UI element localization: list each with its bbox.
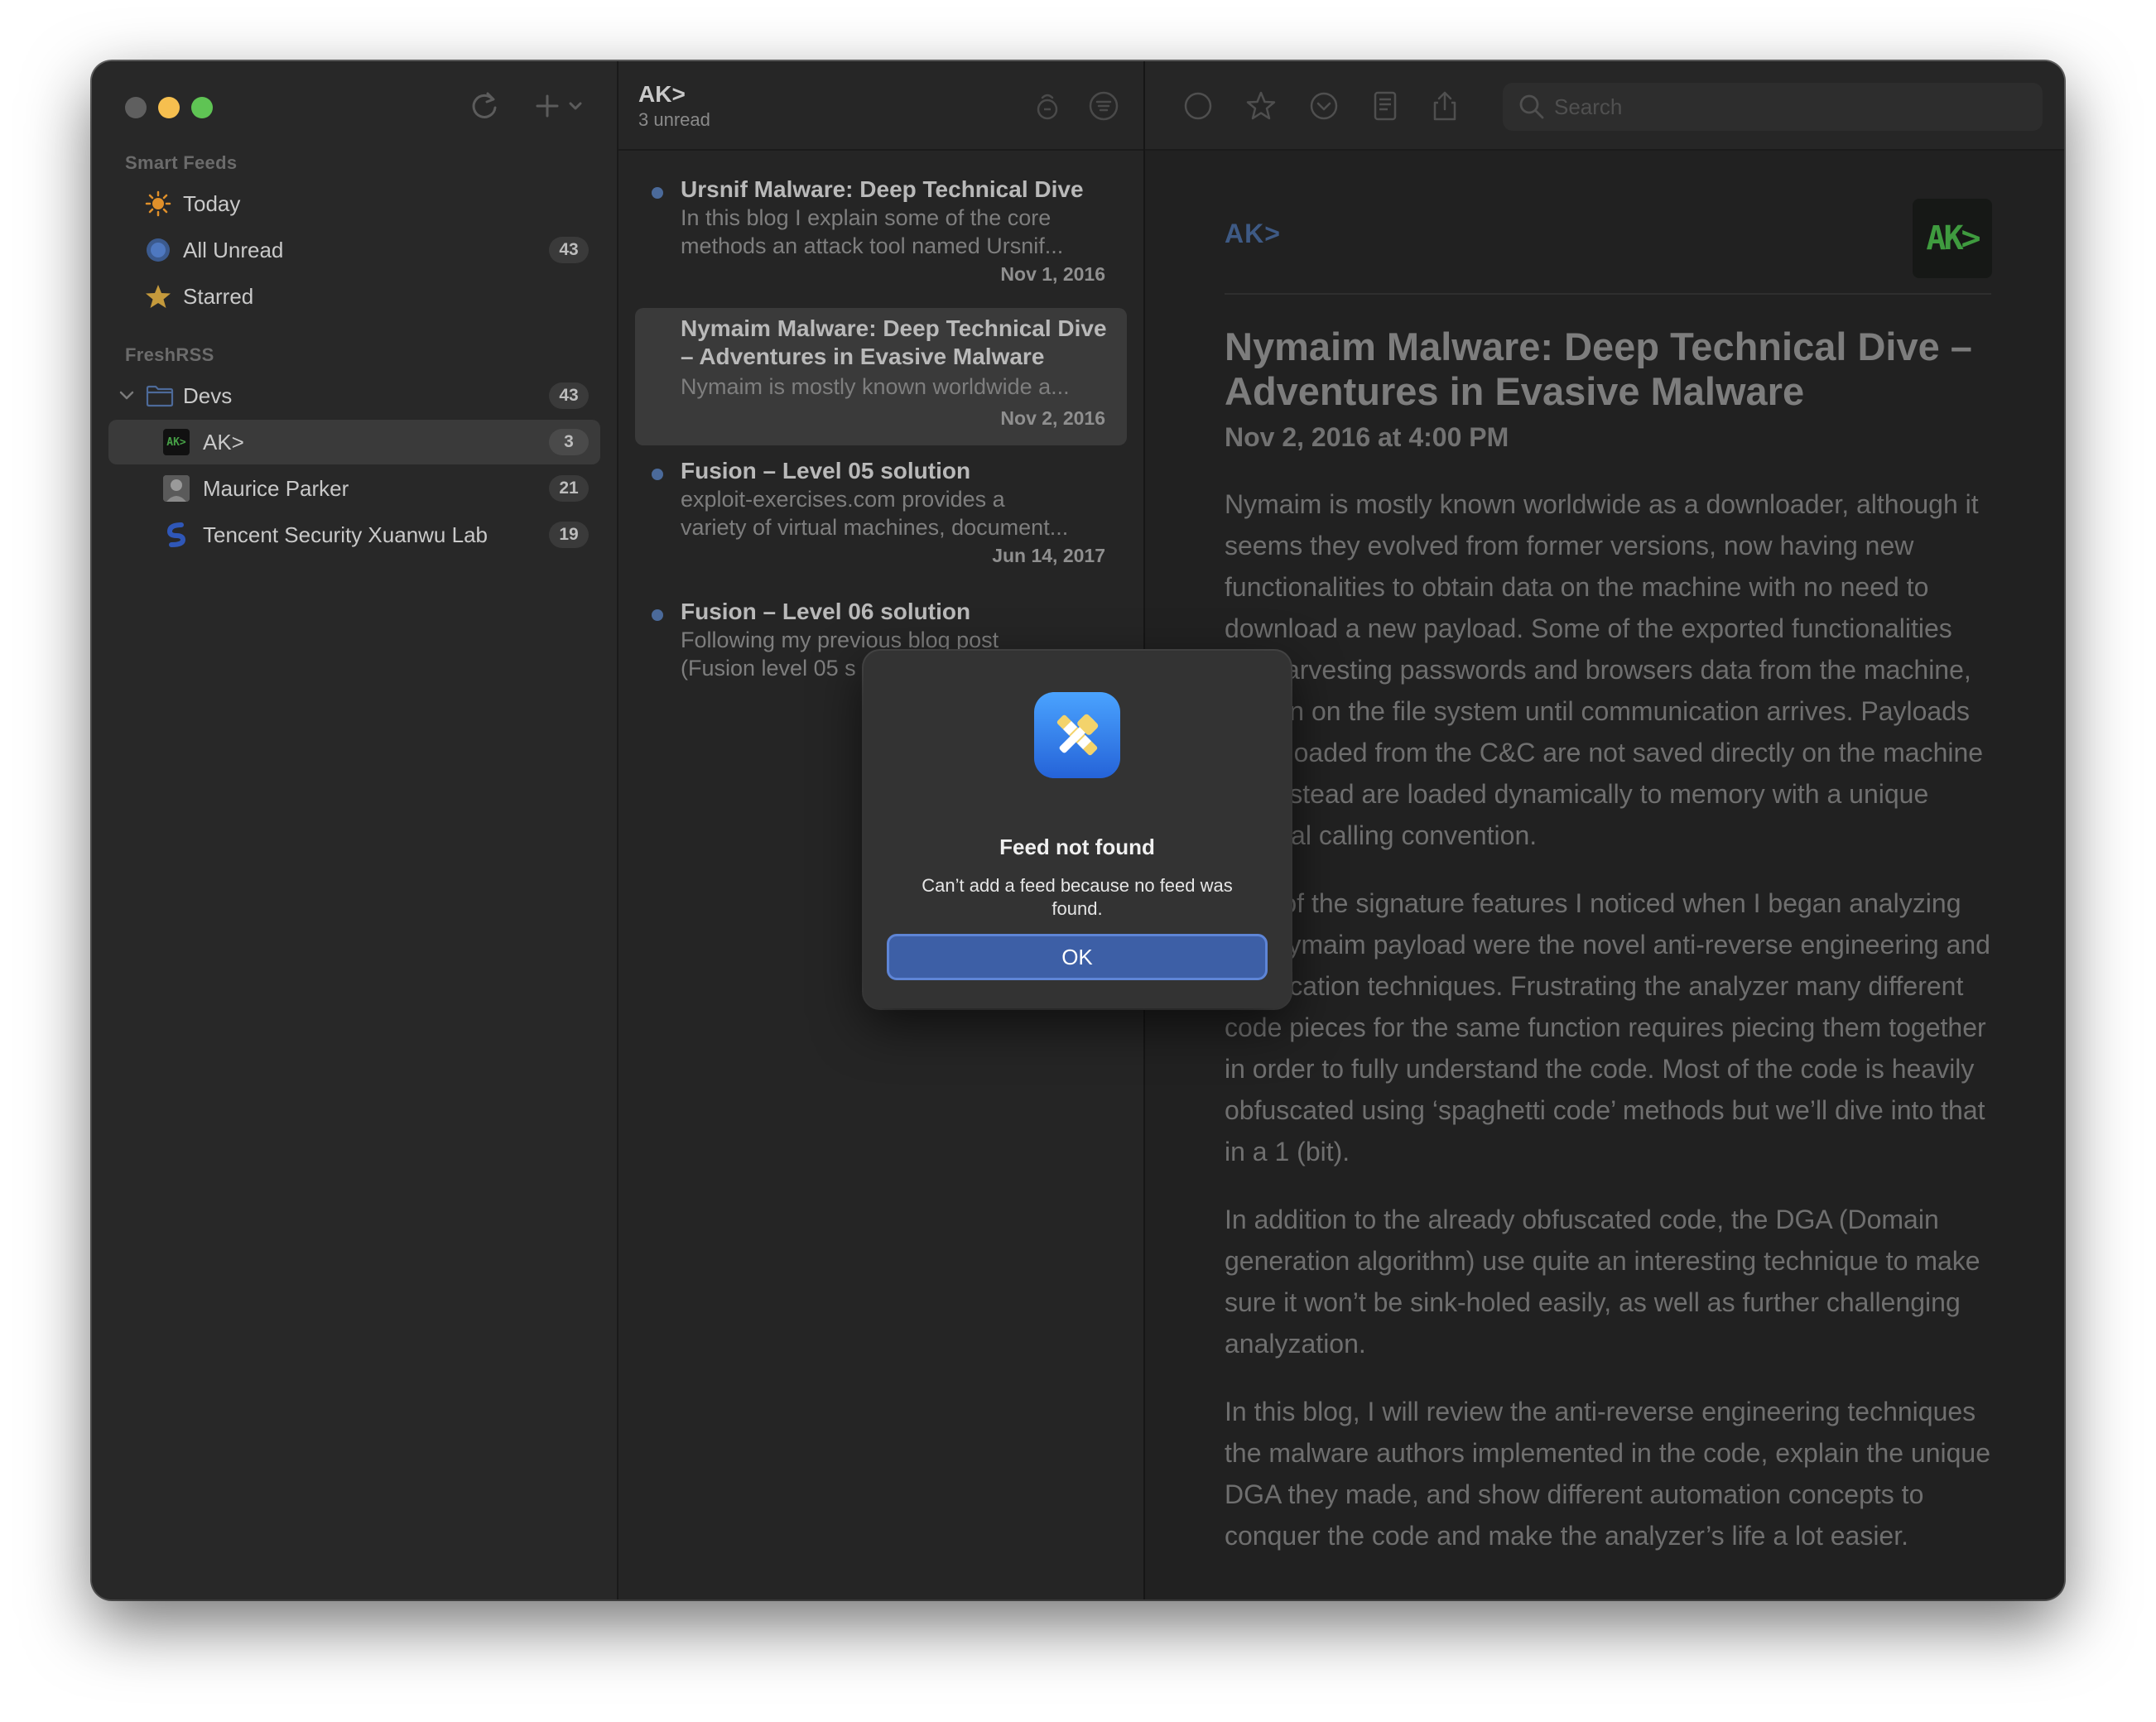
divider — [1225, 293, 1991, 295]
folder-icon — [145, 382, 175, 409]
article-body: Nymaim is mostly known worldwide as a do… — [1225, 483, 1995, 1583]
app-window: Smart Feeds Today All Unread 43 Starred … — [92, 61, 2064, 1599]
search-field[interactable]: Search — [1503, 83, 2043, 131]
list-item[interactable]: Ursnif Malware: Deep Technical Dive In t… — [635, 169, 1127, 291]
sidebar-item-today[interactable]: Today — [108, 181, 600, 226]
article-summary: methods an attack tool named Ursnif... — [681, 233, 1064, 258]
unread-count-badge: 21 — [549, 475, 589, 502]
sidebar-item-all-unread[interactable]: All Unread 43 — [108, 228, 600, 272]
app-icon — [1034, 692, 1120, 778]
alert-dialog: Feed not found Can’t add a feed because … — [864, 651, 1291, 1008]
article-summary: Following my previous blog post — [681, 628, 999, 652]
article-title: Fusion – Level 06 solution — [681, 599, 971, 624]
article-title: Ursnif Malware: Deep Technical Dive — [681, 176, 1084, 202]
sidebar-feed-ak[interactable]: AK> AK> 3 — [108, 420, 600, 464]
feed-logo: AK> — [1913, 199, 1992, 278]
unread-summary: 3 unread — [638, 109, 710, 130]
unread-count-badge: 43 — [549, 237, 589, 263]
sidebar-feed-maurice-parker[interactable]: Maurice Parker 21 — [108, 466, 600, 511]
reader-toolbar: Search — [1145, 61, 2064, 151]
ok-button[interactable]: OK — [887, 934, 1268, 980]
sidebar-feed-tencent-xuanwu[interactable]: Tencent Security Xuanwu Lab 19 — [108, 512, 600, 557]
article-title: Nymaim Malware: Deep Technical Dive – Ad… — [681, 315, 1107, 369]
article-paragraph: In addition to the already obfuscated co… — [1225, 1205, 1980, 1359]
star-toggle-icon[interactable] — [1244, 89, 1278, 127]
article-date: Nov 1, 2016 — [1000, 263, 1105, 285]
unread-circle-icon — [145, 237, 171, 263]
sidebar-folder-devs[interactable]: Devs 43 — [108, 373, 600, 418]
list-title: AK> — [638, 81, 686, 107]
sidebar-item-starred[interactable]: Starred — [108, 274, 600, 319]
section-smart-feeds: Smart Feeds — [125, 152, 238, 173]
feed-name-link[interactable]: AK> — [1225, 219, 1281, 249]
dialog-title: Feed not found — [999, 835, 1155, 859]
filter-icon[interactable] — [1087, 89, 1120, 127]
article-summary: exploit-exercises.com provides a — [681, 487, 1005, 512]
xuanwu-feed-icon — [163, 522, 190, 548]
article-summary: In this blog I explain some of the core — [681, 205, 1052, 230]
sidebar-item-label: All Unread — [183, 237, 284, 262]
sun-icon — [145, 190, 171, 217]
avatar-icon — [163, 475, 190, 502]
article-list-header: AK> 3 unread — [618, 61, 1143, 151]
sidebar-item-label: Tencent Security Xuanwu Lab — [203, 522, 488, 547]
sidebar-item-label: Today — [183, 190, 241, 216]
unread-dot — [652, 469, 663, 480]
chevron-down-icon[interactable] — [113, 382, 140, 409]
next-unread-icon[interactable] — [1307, 89, 1340, 127]
article-date: Nov 2, 2016 at 4:00 PM — [1225, 422, 1509, 452]
search-placeholder: Search — [1554, 94, 1623, 119]
sidebar-item-label: AK> — [203, 429, 244, 455]
unread-count-badge: 3 — [549, 429, 589, 455]
sidebar-item-label: Maurice Parker — [203, 475, 349, 501]
close-window-button[interactable] — [125, 97, 147, 118]
search-icon — [1518, 93, 1546, 125]
mark-all-read-icon[interactable] — [1032, 89, 1062, 127]
add-feed-button[interactable] — [534, 89, 587, 127]
article-paragraph: Nymaim is mostly known worldwide as a do… — [1225, 489, 1984, 850]
article-paragraph: One of the signature features I noticed … — [1225, 888, 1990, 1166]
minimize-window-button[interactable] — [158, 97, 180, 118]
article-summary: Nymaim is mostly known worldwide a... — [681, 374, 1070, 399]
unread-count-badge: 19 — [549, 522, 589, 548]
article-title: Nymaim Malware: Deep Technical Dive – Ad… — [1225, 325, 1972, 413]
unread-dot — [652, 609, 663, 621]
article-summary: variety of virtual machines, document... — [681, 515, 1069, 540]
article-date: Jun 14, 2017 — [992, 545, 1105, 566]
share-icon[interactable] — [1428, 89, 1461, 127]
article-title: Fusion – Level 05 solution — [681, 458, 971, 483]
sidebar-item-label: Devs — [183, 382, 233, 408]
maximize-window-button[interactable] — [191, 97, 213, 118]
article-paragraph: In this blog, I will review the anti-rev… — [1225, 1397, 1991, 1551]
list-item[interactable]: Fusion – Level 05 solution exploit-exerc… — [635, 450, 1127, 573]
reader-view-icon[interactable] — [1369, 89, 1402, 127]
unread-dot — [652, 187, 663, 199]
article-date: Nov 2, 2016 — [1000, 407, 1105, 429]
list-item-selected[interactable]: Nymaim Malware: Deep Technical Dive – Ad… — [635, 308, 1127, 445]
dialog-message: Can’t add a feed because no feed was fou… — [922, 875, 1233, 919]
sidebar: Smart Feeds Today All Unread 43 Starred … — [92, 61, 618, 1599]
star-icon — [145, 283, 171, 310]
sidebar-item-label: Starred — [183, 283, 254, 309]
refresh-icon[interactable] — [469, 89, 499, 127]
ak-feed-icon: AK> — [163, 429, 190, 455]
mark-unread-icon[interactable] — [1181, 89, 1215, 127]
section-freshrss: FreshRSS — [125, 344, 214, 365]
unread-count-badge: 43 — [549, 382, 589, 409]
